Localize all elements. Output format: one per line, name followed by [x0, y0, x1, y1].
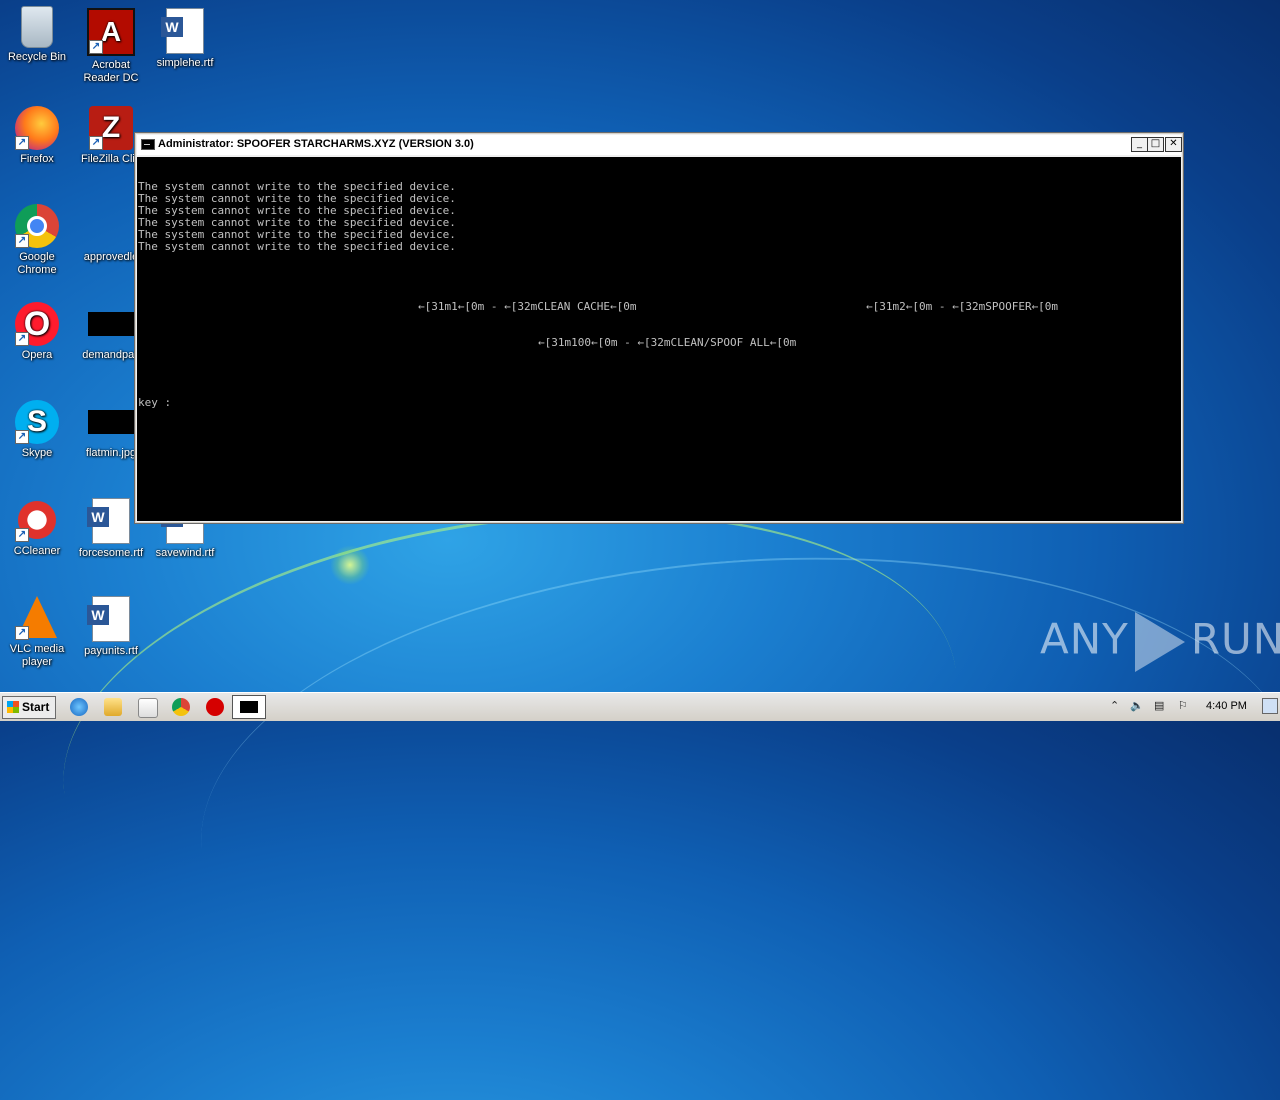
shortcut-arrow-icon: ↗: [15, 234, 29, 248]
shortcut-arrow-icon: ↗: [15, 528, 29, 542]
shortcut-arrow-icon: ↗: [89, 40, 103, 54]
desktop-icon-label: Recycle Bin: [7, 51, 67, 63]
desktop-icon-label: Acrobat Reader DC: [83, 59, 139, 84]
console-line: The system cannot write to the specified…: [138, 240, 456, 253]
menu-option-1: ←[31m1←[0m - ←[32mCLEAN CACHE←[0m: [418, 300, 637, 313]
word-document-icon: W: [87, 596, 130, 642]
image-thumbnail-icon: [88, 410, 134, 434]
show-hidden-icons-icon[interactable]: ⌃: [1110, 699, 1119, 712]
skype-icon: S ↗: [15, 400, 59, 444]
network-icon[interactable]: ▤: [1154, 699, 1164, 712]
desktop-icon-label: VLC media player: [9, 643, 65, 668]
recycle-bin-icon: [21, 6, 53, 48]
desktop-icon-label: simplehe.rtf: [156, 57, 214, 69]
shortcut-arrow-icon: ↗: [15, 332, 29, 346]
desktop-icon-payunits[interactable]: W payunits.rtf: [74, 596, 148, 658]
desktop-icon-label: Skype: [21, 447, 53, 459]
desktop-icon-acrobat[interactable]: A ↗ Acrobat Reader DC: [74, 8, 148, 85]
desktop-icon-label: Opera: [21, 349, 53, 361]
menu-option-100: ←[31m100←[0m - ←[32mCLEAN/SPOOF ALL←[0m: [538, 336, 797, 349]
vlc-icon: ↗: [15, 596, 59, 640]
shortcut-arrow-icon: ↗: [15, 430, 29, 444]
window-title: Administrator: SPOOFER STARCHARMS.XYZ (V…: [158, 138, 474, 150]
chrome-icon: ↗: [15, 204, 59, 248]
desktop-icon-label: Firefox: [20, 153, 54, 165]
desktop-icon-firefox[interactable]: ↗ Firefox: [0, 106, 74, 166]
console-output[interactable]: The system cannot write to the specified…: [137, 157, 1181, 521]
menu-option-2: ←[31m2←[0m - ←[32mSPOOFER←[0m: [866, 300, 1059, 313]
window-titlebar[interactable]: Administrator: SPOOFER STARCHARMS.XYZ (V…: [137, 135, 1182, 155]
chrome-taskbar-icon[interactable]: [172, 698, 190, 716]
desktop-icon-skype[interactable]: S ↗ Skype: [0, 400, 74, 460]
file-explorer-icon[interactable]: [104, 698, 122, 716]
desktop-icon-vlc[interactable]: ↗ VLC media player: [0, 596, 74, 669]
desktop-icon-simplehe[interactable]: W simplehe.rtf: [148, 8, 222, 70]
media-player-icon[interactable]: [138, 698, 158, 718]
maximize-button[interactable]: □: [1147, 137, 1164, 152]
desktop-icon-opera[interactable]: O ↗ Opera: [0, 302, 74, 362]
file-icon: [89, 204, 133, 248]
wallpaper-glow: [330, 545, 370, 585]
word-document-icon: W: [161, 8, 204, 54]
shortcut-arrow-icon: ↗: [15, 626, 29, 640]
desktop-icon-chrome[interactable]: ↗ Google Chrome: [0, 204, 74, 277]
desktop-icon-label: payunits.rtf: [84, 645, 138, 657]
start-button[interactable]: Start: [2, 696, 56, 719]
play-logo-icon: [1134, 612, 1185, 672]
show-desktop-button[interactable]: [1262, 698, 1278, 714]
console-app-icon: [141, 139, 155, 150]
opera-icon: O ↗: [15, 302, 59, 346]
minimize-button[interactable]: _: [1131, 137, 1148, 152]
taskbar: Start ⌃ 🔈 ▤ ⚐ 4:40 PM: [0, 692, 1280, 721]
key-prompt[interactable]: key :: [138, 397, 171, 409]
filezilla-icon: Z ↗: [89, 106, 133, 150]
firefox-icon: ↗: [15, 106, 59, 150]
console-taskbar-button[interactable]: [232, 695, 266, 719]
opera-taskbar-icon[interactable]: [206, 698, 224, 716]
close-button[interactable]: ✕: [1165, 137, 1182, 152]
desktop-icon-label: CCleaner: [13, 545, 61, 557]
shortcut-arrow-icon: ↗: [15, 136, 29, 150]
windows-logo-icon: [7, 701, 19, 713]
acrobat-icon: A ↗: [87, 8, 135, 56]
console-window[interactable]: Administrator: SPOOFER STARCHARMS.XYZ (V…: [134, 132, 1184, 524]
taskbar-clock[interactable]: 4:40 PM: [1206, 700, 1247, 712]
volume-icon[interactable]: 🔈: [1130, 699, 1144, 712]
desktop-icon-label: Google Chrome: [17, 251, 57, 276]
anyrun-watermark: ANY RUN: [1040, 612, 1280, 672]
desktop-icon-recycle-bin[interactable]: Recycle Bin: [0, 6, 74, 64]
action-center-flag-icon[interactable]: ⚐: [1178, 699, 1188, 712]
desktop-icon-label: savewind.rtf: [155, 547, 215, 559]
ccleaner-icon: ↗: [15, 498, 59, 542]
console-icon: [240, 701, 258, 713]
desktop-icon-ccleaner[interactable]: ↗ CCleaner: [0, 498, 74, 558]
desktop-icon-label: forcesome.rtf: [78, 547, 144, 559]
internet-explorer-icon[interactable]: [70, 698, 88, 716]
word-document-icon: W: [87, 498, 130, 544]
shortcut-arrow-icon: ↗: [89, 136, 103, 150]
file-thumbnail-icon: [88, 312, 134, 336]
